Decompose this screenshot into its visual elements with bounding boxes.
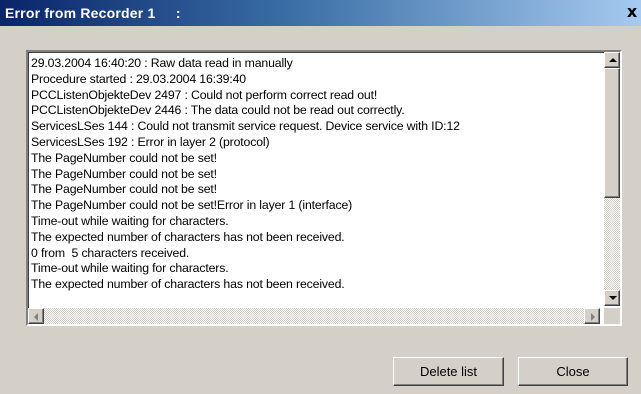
log-line: The PageNumber could not be set! <box>31 150 217 165</box>
log-lines: 29.03.2004 16:40:20 : Raw data read in m… <box>31 56 597 294</box>
arrow-down-icon <box>609 296 617 300</box>
scroll-right-button[interactable] <box>584 308 600 324</box>
log-line: The expected number of characters has no… <box>31 277 345 292</box>
log-line: Procedure started : 29.03.2004 16:39:40 <box>31 71 246 86</box>
close-icon[interactable]: x <box>625 3 639 21</box>
arrow-up-icon <box>609 58 617 62</box>
log-line: The expected number of characters has no… <box>31 229 345 244</box>
log-line: Time-out while waiting for characters. <box>31 213 229 228</box>
scroll-down-button[interactable] <box>604 290 620 306</box>
delete-list-button[interactable]: Delete list <box>393 357 504 386</box>
vertical-scroll-thumb[interactable] <box>604 68 620 198</box>
scroll-left-button[interactable] <box>28 308 44 324</box>
window-title: Error from Recorder 1 : <box>5 5 181 21</box>
vertical-scrollbar[interactable] <box>604 52 620 306</box>
log-line: The PageNumber could not be set!Error in… <box>31 198 353 213</box>
arrow-left-icon <box>34 313 38 321</box>
log-line: 0 from 5 characters received. <box>31 245 190 260</box>
log-line: 29.03.2004 16:40:20 : Raw data read in m… <box>31 56 293 70</box>
log-line: ServicesLSes 192 : Error in layer 2 (pro… <box>31 134 270 149</box>
scrollbar-corner <box>604 308 620 324</box>
error-dialog: Error from Recorder 1 : x 29.03.2004 16:… <box>0 0 641 394</box>
log-line: PCCListenObjekteDev 2446 : The data coul… <box>31 103 405 118</box>
log-line: The PageNumber could not be set! <box>31 166 217 181</box>
log-line: Time-out while waiting for characters. <box>31 261 229 276</box>
log-line: PCCListenObjekteDev 2497 : Could not per… <box>31 87 378 102</box>
log-line: ServicesLSes 144 : Could not transmit se… <box>31 119 460 134</box>
arrow-right-icon <box>591 313 595 321</box>
scroll-up-button[interactable] <box>604 52 620 68</box>
horizontal-scrollbar[interactable] <box>28 308 600 324</box>
log-line: The PageNumber could not be set! <box>31 182 217 197</box>
close-button[interactable]: Close <box>518 357 628 386</box>
error-log-list[interactable]: 29.03.2004 16:40:20 : Raw data read in m… <box>26 50 622 326</box>
title-bar[interactable]: Error from Recorder 1 : x <box>0 0 641 26</box>
